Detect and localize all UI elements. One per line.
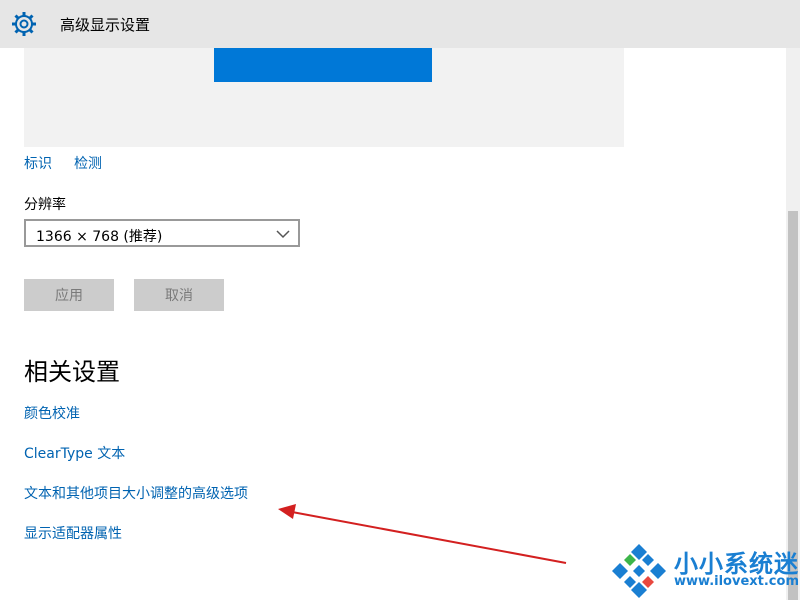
color-calibration-link[interactable]: 颜色校准 (24, 403, 80, 423)
apply-button[interactable]: 应用 (24, 279, 114, 311)
watermark-logo-icon (612, 544, 666, 598)
watermark-url: www.ilovext.com (674, 574, 799, 589)
detect-link[interactable]: 检测 (74, 153, 102, 173)
display-preview (24, 48, 624, 147)
cancel-button[interactable]: 取消 (134, 279, 224, 311)
page-title: 高级显示设置 (60, 16, 151, 34)
related-settings-heading: 相关设置 (24, 358, 120, 386)
identify-link[interactable]: 标识 (24, 153, 52, 173)
annotation-arrow-icon (278, 504, 567, 564)
resolution-value: 1366 × 768 (推荐) (36, 229, 163, 245)
title-bar: 高级显示设置 (0, 0, 800, 48)
scrollbar[interactable] (786, 48, 800, 600)
resolution-dropdown[interactable]: 1366 × 768 (推荐) (24, 219, 300, 247)
watermark: 小小系统迷 www.ilovext.com (610, 540, 800, 600)
adapter-properties-link[interactable]: 显示适配器属性 (24, 523, 122, 543)
cleartype-link[interactable]: ClearType 文本 (24, 443, 125, 463)
resolution-label: 分辨率 (24, 197, 66, 213)
gear-icon[interactable] (10, 10, 38, 38)
chevron-down-icon (276, 230, 290, 239)
monitor-tile[interactable] (214, 48, 432, 82)
advanced-sizing-link[interactable]: 文本和其他项目大小调整的高级选项 (24, 483, 248, 503)
